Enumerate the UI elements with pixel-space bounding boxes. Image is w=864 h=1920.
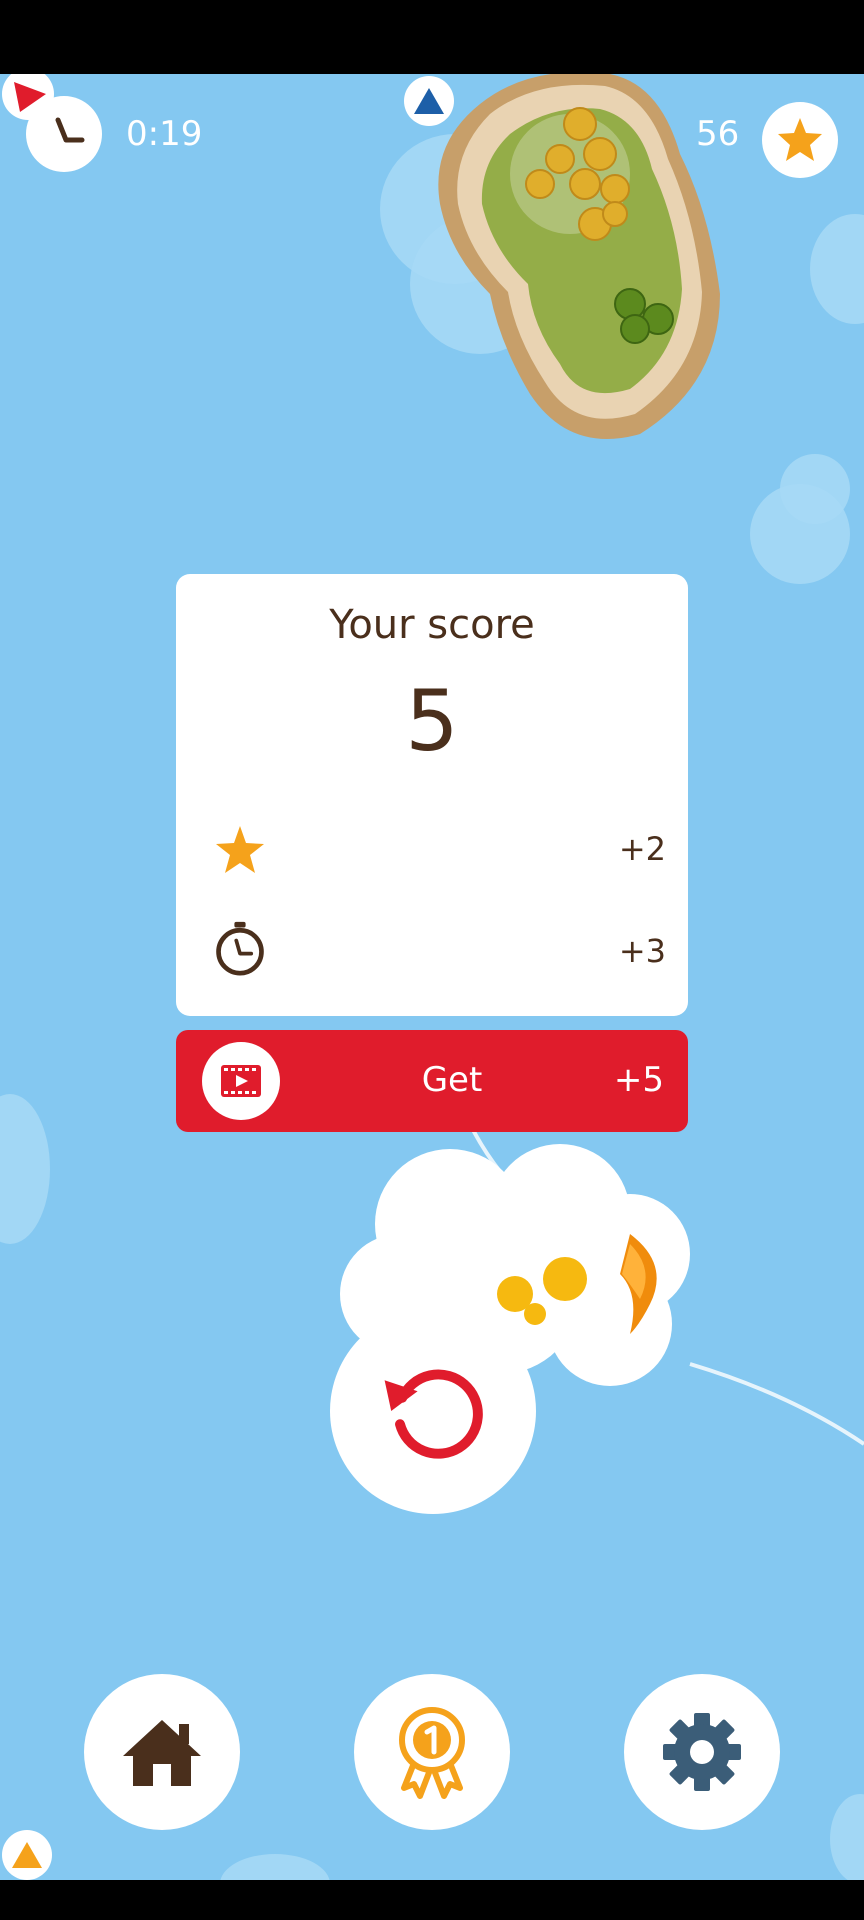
score-value: 5 bbox=[405, 672, 459, 770]
time-bonus-value: +3 bbox=[618, 932, 666, 970]
get-bonus-value: +5 bbox=[613, 1060, 664, 1100]
replay-icon bbox=[384, 1369, 483, 1459]
get-label: Get bbox=[421, 1060, 483, 1100]
stars-badge bbox=[762, 102, 838, 178]
score-title: Your score bbox=[329, 602, 535, 648]
star-icon bbox=[778, 118, 822, 161]
achievements-button[interactable] bbox=[354, 1674, 510, 1830]
background-cloud bbox=[810, 214, 864, 324]
navigation-bar bbox=[0, 1880, 864, 1920]
home-icon bbox=[123, 1720, 201, 1786]
home-button[interactable] bbox=[84, 1674, 240, 1830]
star-bonus-value: +2 bbox=[618, 830, 666, 868]
gear-icon bbox=[663, 1713, 741, 1791]
direction-indicator bbox=[404, 76, 454, 126]
score-card: Your score 5 +2 +3 bbox=[176, 574, 688, 1016]
background-cloud bbox=[830, 1794, 864, 1880]
replay-button[interactable] bbox=[330, 1308, 536, 1514]
triangle-up-icon bbox=[12, 1842, 42, 1868]
get-reward-button[interactable]: Get +5 bbox=[176, 1030, 688, 1132]
background-cloud bbox=[220, 1854, 330, 1880]
status-bar bbox=[0, 0, 864, 74]
timer-text: 0:19 bbox=[126, 114, 203, 154]
medal-icon bbox=[399, 1707, 465, 1799]
star-icon bbox=[216, 826, 264, 873]
coins-and-flame bbox=[497, 1234, 657, 1334]
triangle-up-icon bbox=[414, 88, 444, 114]
clock-icon bbox=[55, 117, 85, 143]
background-cloud bbox=[780, 454, 850, 524]
stars-total-text: 56 bbox=[696, 114, 740, 154]
settings-button[interactable] bbox=[624, 1674, 780, 1830]
stopwatch-icon bbox=[216, 921, 264, 976]
background-cloud bbox=[0, 1094, 50, 1244]
island bbox=[438, 74, 720, 439]
timer-badge bbox=[26, 96, 102, 172]
direction-indicator bbox=[2, 1830, 52, 1880]
